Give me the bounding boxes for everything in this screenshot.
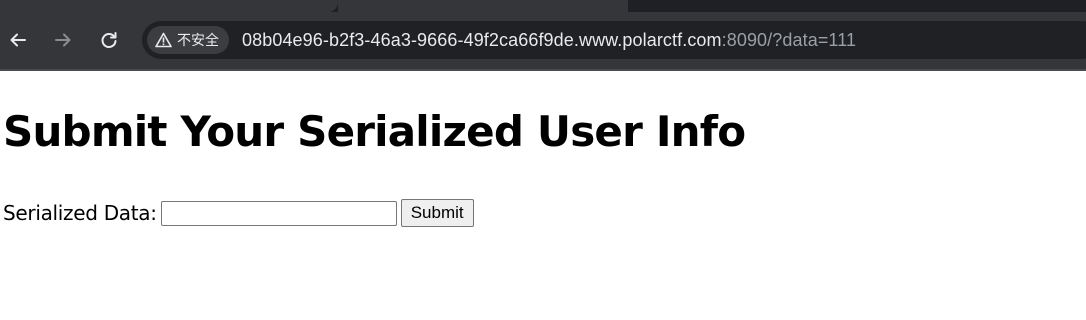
inactive-tab[interactable] [628,0,1086,12]
tab-strip [0,0,1086,12]
url-path: :8090/?data=111 [721,29,857,50]
warning-triangle-icon [155,32,172,48]
serialized-data-form: Serialized Data: Submit [3,199,474,227]
url-host: 08b04e96-b2f3-46a3-9666-49f2ca66f9de.www… [242,29,722,50]
back-button[interactable] [4,26,32,54]
address-bar[interactable]: 不安全 08b04e96-b2f3-46a3-9666-49f2ca66f9de… [142,21,1086,59]
page-content: Submit Your Serialized User Info Seriali… [0,71,1086,320]
serialized-data-label: Serialized Data: [3,201,157,225]
reload-icon [101,32,117,48]
forward-button[interactable] [49,26,77,54]
serialized-data-input[interactable] [160,200,397,226]
submit-button[interactable]: Submit [400,199,474,227]
reload-button[interactable] [95,26,123,54]
security-indicator[interactable]: 不安全 [147,26,229,54]
page-title: Submit Your Serialized User Info [3,107,746,156]
security-label: 不安全 [177,33,219,49]
new-tab-area[interactable] [338,0,628,12]
forward-arrow-icon [55,33,71,47]
back-arrow-icon [10,33,26,47]
active-tab[interactable] [0,0,338,12]
url-text[interactable]: 08b04e96-b2f3-46a3-9666-49f2ca66f9de.www… [242,21,856,59]
browser-toolbar: 不安全 08b04e96-b2f3-46a3-9666-49f2ca66f9de… [0,12,1086,69]
